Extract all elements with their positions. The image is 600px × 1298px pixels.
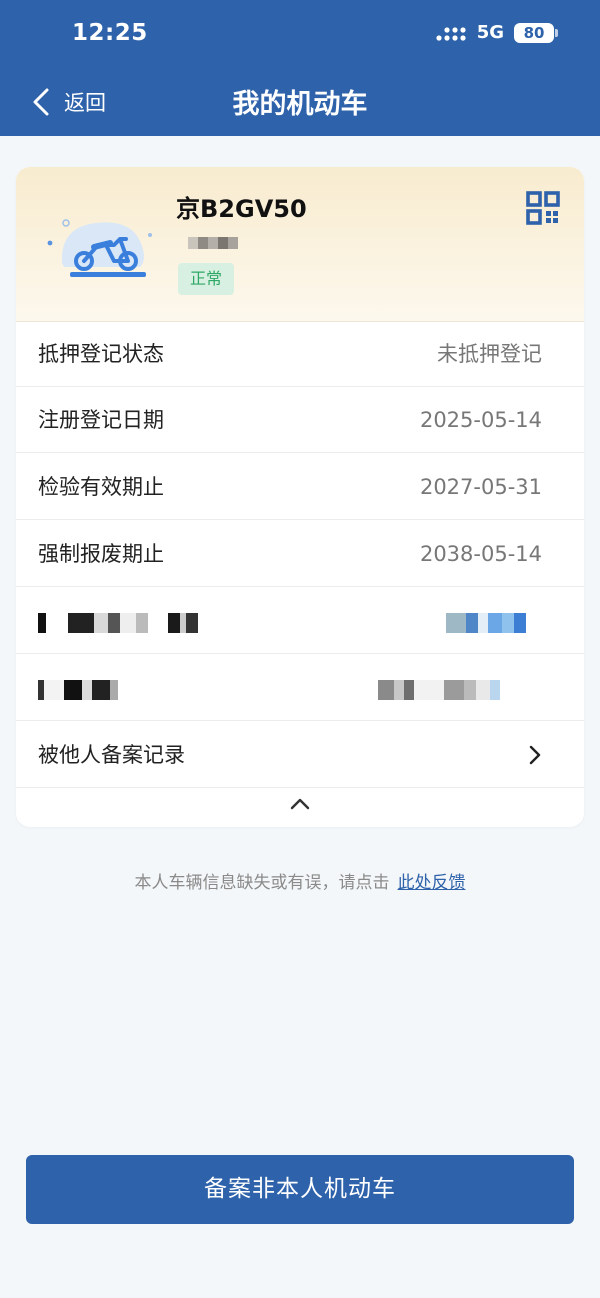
plate-number: 京B2GV50: [176, 195, 307, 223]
row-label: 注册登记日期: [38, 408, 164, 432]
row-value: 2025-05-14: [419, 408, 542, 432]
status-time: 12:25: [72, 20, 148, 46]
redacted-row: [16, 655, 584, 721]
motorcycle-icon: [47, 219, 152, 277]
redacted-label: [38, 610, 198, 636]
back-button[interactable]: 返回: [30, 82, 106, 122]
row-value: 未抵押登记: [437, 342, 542, 366]
redacted-value: [378, 677, 500, 703]
row-label: 被他人备案记录: [38, 743, 185, 767]
back-chevron-icon: [33, 88, 49, 116]
row-value: 2027-05-31: [419, 475, 542, 499]
inspection-expiry-row: 检验有效期止 2027-05-31: [16, 454, 584, 520]
redacted-label: [38, 677, 118, 703]
record-row[interactable]: 被他人备案记录: [16, 722, 584, 788]
app-header: 12:25 5G 80 返回 我的机动车: [0, 0, 600, 136]
register-other-vehicle-button[interactable]: 备案非本人机动车: [26, 1155, 574, 1224]
feedback-link[interactable]: 此处反馈: [398, 873, 466, 893]
status-badge: 正常: [178, 263, 234, 295]
battery-icon: 80: [514, 22, 558, 43]
row-label: 抵押登记状态: [38, 342, 164, 366]
signal-icon: [436, 26, 466, 41]
row-label: 检验有效期止: [38, 475, 164, 499]
vehicle-summary: 京B2GV50 正常: [16, 167, 584, 322]
row-value: 2038-05-14: [419, 542, 542, 566]
chevron-up-icon: [290, 798, 310, 810]
back-label: 返回: [64, 91, 106, 115]
network-type: 5G: [476, 22, 504, 43]
redacted-row: [16, 588, 584, 654]
mortgage-status-row: 抵押登记状态 未抵押登记: [16, 321, 584, 387]
vehicle-card: 京B2GV50 正常 抵押登记状态 未抵押登记 注册登记日期 2025-05-1…: [16, 167, 584, 827]
scrap-deadline-row: 强制报废期止 2038-05-14: [16, 521, 584, 587]
chevron-right-icon: [529, 745, 541, 765]
redacted-value: [446, 610, 526, 636]
qr-code-icon[interactable]: [526, 191, 560, 225]
feedback-text: 本人车辆信息缺失或有误，请点击: [134, 873, 390, 893]
redacted-vehicle-type: [188, 237, 238, 249]
feedback-line: 本人车辆信息缺失或有误，请点击 此处反馈: [0, 868, 600, 893]
registration-date-row: 注册登记日期 2025-05-14: [16, 387, 584, 453]
collapse-button[interactable]: [16, 789, 584, 827]
row-label: 强制报废期止: [38, 542, 164, 566]
status-indicators: 5G 80: [436, 22, 558, 43]
